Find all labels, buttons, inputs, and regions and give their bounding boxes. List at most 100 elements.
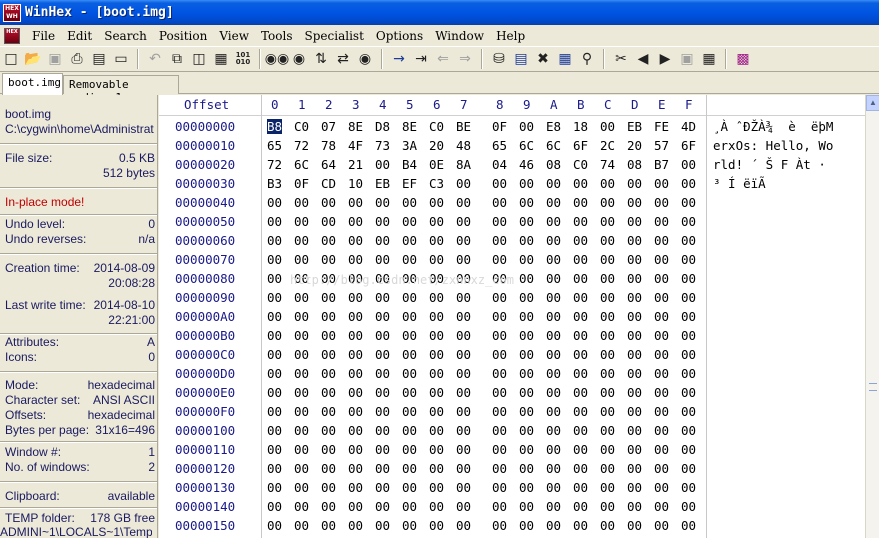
hex-byte[interactable]: 00 bbox=[375, 233, 390, 248]
hex-byte[interactable]: B8 bbox=[267, 119, 283, 134]
hex-byte[interactable]: 00 bbox=[681, 347, 696, 362]
hex-byte[interactable]: 00 bbox=[681, 518, 696, 533]
hex-byte[interactable]: 00 bbox=[519, 499, 534, 514]
hex-byte[interactable]: 00 bbox=[267, 290, 282, 305]
hex-byte[interactable]: 00 bbox=[681, 385, 696, 400]
hex-byte[interactable]: 00 bbox=[267, 214, 282, 229]
hex-byte[interactable]: 00 bbox=[267, 423, 282, 438]
hex-byte[interactable]: 00 bbox=[600, 480, 615, 495]
print-icon[interactable]: ⎙ bbox=[66, 48, 88, 70]
hex-byte[interactable]: 00 bbox=[546, 480, 561, 495]
hex-byte[interactable]: 73 bbox=[375, 138, 390, 153]
save-icon[interactable]: ▣ bbox=[44, 48, 66, 70]
hex-byte[interactable]: 00 bbox=[600, 252, 615, 267]
hex-byte[interactable]: 00 bbox=[375, 499, 390, 514]
menu-window[interactable]: Window bbox=[429, 29, 490, 43]
hex-byte[interactable]: 00 bbox=[519, 404, 534, 419]
hex-byte[interactable]: 00 bbox=[429, 518, 444, 533]
hex-byte[interactable]: 00 bbox=[402, 423, 417, 438]
ram-editor-icon[interactable]: ▤ bbox=[510, 48, 532, 70]
hex-byte[interactable]: C0 bbox=[573, 157, 588, 172]
hex-byte[interactable]: 00 bbox=[402, 442, 417, 457]
hex-byte[interactable]: 00 bbox=[546, 233, 561, 248]
hex-byte[interactable]: 00 bbox=[546, 442, 561, 457]
hex-byte[interactable]: 00 bbox=[402, 404, 417, 419]
hex-byte[interactable]: 00 bbox=[681, 309, 696, 324]
hex-byte[interactable]: 00 bbox=[375, 442, 390, 457]
hex-byte[interactable]: 00 bbox=[492, 499, 507, 514]
hex-byte[interactable]: 00 bbox=[654, 271, 669, 286]
hex-byte[interactable]: 00 bbox=[348, 309, 363, 324]
find-text-icon[interactable]: ◉◉ bbox=[265, 48, 289, 70]
hex-byte[interactable]: 48 bbox=[456, 138, 471, 153]
hex-byte[interactable]: 00 bbox=[519, 518, 534, 533]
hex-byte[interactable]: 00 bbox=[267, 347, 282, 362]
hex-byte[interactable]: 00 bbox=[573, 309, 588, 324]
hex-byte[interactable]: 2C bbox=[600, 138, 615, 153]
hex-byte[interactable]: 00 bbox=[519, 176, 534, 191]
hex-byte[interactable]: 00 bbox=[321, 252, 336, 267]
hex-byte[interactable]: 00 bbox=[321, 290, 336, 305]
hex-byte[interactable]: 00 bbox=[492, 385, 507, 400]
hex-byte[interactable]: 78 bbox=[321, 138, 336, 153]
hex-byte[interactable]: 00 bbox=[600, 309, 615, 324]
hex-byte[interactable]: 00 bbox=[627, 423, 642, 438]
hex-byte[interactable]: 00 bbox=[429, 461, 444, 476]
hex-byte[interactable]: 00 bbox=[321, 233, 336, 248]
hex-byte[interactable]: BE bbox=[456, 119, 471, 134]
hex-byte[interactable]: 00 bbox=[429, 328, 444, 343]
hex-byte[interactable]: 00 bbox=[546, 347, 561, 362]
book-icon[interactable]: ▩ bbox=[732, 48, 754, 70]
hex-byte[interactable]: 00 bbox=[546, 176, 561, 191]
hex-byte[interactable]: 00 bbox=[627, 461, 642, 476]
hex-byte[interactable]: 00 bbox=[429, 404, 444, 419]
hex-byte[interactable]: 00 bbox=[375, 461, 390, 476]
hex-byte[interactable]: 07 bbox=[321, 119, 336, 134]
hex-byte[interactable]: 64 bbox=[321, 157, 336, 172]
hex-byte[interactable]: 00 bbox=[519, 271, 534, 286]
hex-byte[interactable]: 00 bbox=[681, 442, 696, 457]
hex-byte[interactable]: 00 bbox=[681, 480, 696, 495]
hex-byte[interactable]: 00 bbox=[681, 271, 696, 286]
hex-byte[interactable]: 00 bbox=[627, 214, 642, 229]
hex-byte[interactable]: 00 bbox=[600, 461, 615, 476]
hex-byte[interactable]: 00 bbox=[600, 271, 615, 286]
hex-byte[interactable]: 00 bbox=[456, 461, 471, 476]
hex-byte[interactable]: 00 bbox=[294, 233, 309, 248]
hex-byte[interactable]: 10 bbox=[348, 176, 363, 191]
hex-byte[interactable]: 00 bbox=[348, 347, 363, 362]
hex-byte[interactable]: 00 bbox=[267, 328, 282, 343]
cut-icon[interactable]: ✂ bbox=[610, 48, 632, 70]
hex-byte[interactable]: EB bbox=[627, 119, 642, 134]
hex-byte[interactable]: 00 bbox=[456, 214, 471, 229]
hex-byte[interactable]: 00 bbox=[267, 480, 282, 495]
hex-byte[interactable]: 00 bbox=[456, 347, 471, 362]
menu-tools[interactable]: Tools bbox=[255, 29, 299, 43]
hex-byte[interactable]: 00 bbox=[321, 214, 336, 229]
hex-byte[interactable]: 00 bbox=[654, 252, 669, 267]
hex-byte[interactable]: 6F bbox=[573, 138, 588, 153]
hex-byte[interactable]: 00 bbox=[375, 328, 390, 343]
hex-byte[interactable]: 00 bbox=[429, 423, 444, 438]
hex-byte[interactable]: 00 bbox=[492, 309, 507, 324]
hex-byte[interactable]: 00 bbox=[519, 423, 534, 438]
hex-byte[interactable]: 00 bbox=[573, 366, 588, 381]
hex-byte[interactable]: 00 bbox=[627, 176, 642, 191]
hex-byte[interactable]: 00 bbox=[348, 518, 363, 533]
hex-byte[interactable]: 00 bbox=[627, 385, 642, 400]
hex-byte[interactable]: 00 bbox=[519, 328, 534, 343]
hex-byte[interactable]: 00 bbox=[519, 252, 534, 267]
hex-byte[interactable]: 00 bbox=[321, 309, 336, 324]
text-column[interactable]: ¸À ˆÐŽÀ¾ è ëþM erxOs: Hello, Wo rld! ´ Š F… bbox=[713, 95, 865, 538]
hex-byte[interactable]: 00 bbox=[456, 195, 471, 210]
hex-byte[interactable]: 00 bbox=[294, 480, 309, 495]
sensor-icon[interactable]: ✖ bbox=[532, 48, 554, 70]
undo-icon[interactable]: ↶ bbox=[144, 48, 166, 70]
hex-byte[interactable]: 00 bbox=[492, 347, 507, 362]
hex-byte[interactable]: 00 bbox=[375, 347, 390, 362]
hex-byte[interactable]: 00 bbox=[546, 309, 561, 324]
hex-byte[interactable]: 00 bbox=[573, 518, 588, 533]
hex-byte[interactable]: 00 bbox=[267, 233, 282, 248]
hex-byte[interactable]: 00 bbox=[294, 423, 309, 438]
hex-byte[interactable]: 00 bbox=[456, 252, 471, 267]
